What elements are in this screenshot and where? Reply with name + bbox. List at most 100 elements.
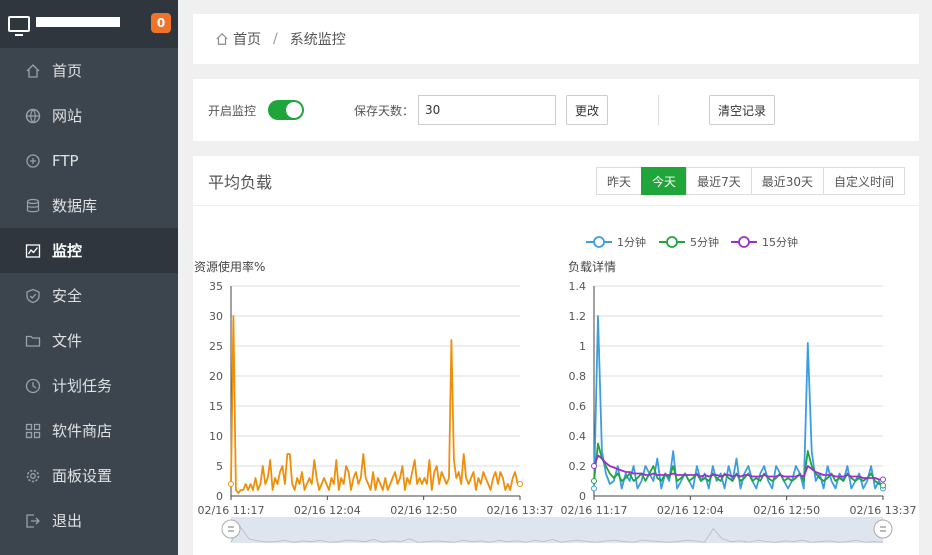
y-tick-label: 0.6 <box>569 400 587 413</box>
breadcrumb-home[interactable]: 首页 <box>233 29 261 49</box>
keep-days-label: 保存天数： <box>354 103 415 118</box>
y-tick-label: 5 <box>216 460 223 473</box>
divider <box>658 95 660 125</box>
server-header: 0 <box>0 0 178 48</box>
chart-title: 资源使用率% <box>194 259 265 274</box>
range-button-1[interactable]: 今天 <box>641 167 688 195</box>
range-selector: 昨天 今天 最近7天 最近30天 自定义时间 <box>596 167 905 195</box>
range-button-4[interactable]: 自定义时间 <box>822 167 905 195</box>
x-tick-label: 02/16 12:50 <box>390 504 457 517</box>
sidebar-item-2[interactable]: FTP <box>0 138 178 183</box>
keep-days-input[interactable] <box>418 95 557 125</box>
clear-records-button[interactable]: 清空记录 <box>709 95 776 125</box>
sidebar-item-label: 计划任务 <box>52 377 113 395</box>
zoom-handle-right[interactable] <box>873 519 893 539</box>
ftp-icon <box>25 153 41 169</box>
sidebar-item-label: 软件商店 <box>52 422 113 440</box>
clock-icon <box>25 378 41 394</box>
range-button-2[interactable]: 最近7天 <box>686 167 752 195</box>
monitor-controls: 开启监控 保存天数： 更改 清空记录 <box>193 79 919 141</box>
enable-monitor-label: 开启监控 <box>208 103 257 118</box>
home-icon <box>216 32 228 45</box>
sidebar-item-label: 首页 <box>52 62 83 80</box>
y-tick-label: 1 <box>579 340 586 353</box>
logout-icon <box>25 513 41 529</box>
series-end-point <box>880 482 886 489</box>
sidebar-item-label: 面板设置 <box>52 467 113 485</box>
server-name <box>36 16 124 32</box>
zoom-handle-knob <box>873 519 893 539</box>
y-tick-label: 0 <box>579 490 586 503</box>
x-tick-label: 02/16 12:04 <box>657 504 724 517</box>
sidebar-item-3[interactable]: 数据库 <box>0 183 178 228</box>
monitor-chart-icon <box>25 243 41 259</box>
y-tick-label: 30 <box>209 310 223 323</box>
sidebar-item-label: FTP <box>52 151 79 170</box>
zoom-track <box>231 517 883 543</box>
change-days-button[interactable]: 更改 <box>566 95 609 125</box>
zoom-slider[interactable] <box>221 517 893 543</box>
redacted-hostname <box>36 17 120 27</box>
panel-header: 平均负载 昨天 今天 最近7天 最近30天 自定义时间 <box>193 156 919 206</box>
series-line-0 <box>593 315 884 490</box>
sidebar-item-label: 文件 <box>52 332 83 350</box>
sidebar-item-label: 网站 <box>52 107 83 125</box>
sidebar-item-1[interactable]: 网站 <box>0 93 178 138</box>
sidebar-item-9[interactable]: 面板设置 <box>0 453 178 498</box>
sidebar-item-10[interactable]: 退出 <box>0 498 178 543</box>
chart-0: 资源使用率% 0 5 10 15 20 25 30 35 02/16 11:17 02/16 12:… <box>194 259 553 517</box>
chart-1: 负载详情 0 0.2 0.4 0.6 0.8 1 1.2 1.4 02/16 11:17 02/16… <box>561 235 917 517</box>
y-tick-label: 15 <box>209 400 223 413</box>
sidebar-item-7[interactable]: 计划任务 <box>0 363 178 408</box>
load-panel: 平均负载 昨天 今天 最近7天 最近30天 自定义时间 资源使用率% 0 5 10 15 20 25… <box>193 156 919 555</box>
x-tick-label: 02/16 13:37 <box>850 504 917 517</box>
sidebar-item-0[interactable]: 首页 <box>0 48 178 93</box>
sidebar-item-5[interactable]: 安全 <box>0 273 178 318</box>
range-button-0[interactable]: 昨天 <box>596 167 643 195</box>
sidebar-item-8[interactable]: 软件商店 <box>0 408 178 453</box>
series-end-point <box>517 481 523 487</box>
legend-item-1[interactable]: 5分钟 <box>659 235 719 249</box>
legend-item-2[interactable]: 15分钟 <box>731 235 798 249</box>
zoom-handle-left[interactable] <box>221 519 241 539</box>
notification-badge[interactable]: 0 <box>151 13 171 33</box>
home-icon <box>25 63 41 79</box>
panel-title: 平均负载 <box>208 172 273 192</box>
y-tick-label: 25 <box>209 340 223 353</box>
breadcrumb-current: 系统监控 <box>289 32 346 48</box>
series-start-point <box>591 478 597 484</box>
y-tick-label: 0.2 <box>569 460 587 473</box>
sidebar-item-6[interactable]: 文件 <box>0 318 178 363</box>
sidebar-nav: 首页网站 FTP 数据库监控安全文件计划任务软件商店面板设置退出 <box>0 48 178 543</box>
y-tick-label: 0.4 <box>569 430 587 443</box>
sidebar-item-4[interactable]: 监控 <box>0 228 178 273</box>
enable-monitor-toggle[interactable] <box>268 100 305 120</box>
globe-icon <box>25 108 41 124</box>
gear-icon <box>25 468 41 484</box>
legend-swatch-dot <box>593 236 605 248</box>
y-tick-label: 0 <box>216 490 223 503</box>
y-tick-label: 0.8 <box>569 370 587 383</box>
y-tick-label: 1.4 <box>569 280 587 293</box>
toggle-knob <box>286 102 303 118</box>
legend-swatch-dot <box>666 236 678 248</box>
y-tick-label: 10 <box>209 430 223 443</box>
range-button-3[interactable]: 最近30天 <box>750 167 824 195</box>
shield-icon <box>25 288 41 304</box>
grid-icon <box>25 423 41 439</box>
chart-title: 负载详情 <box>568 259 616 274</box>
x-tick-label: 02/16 11:17 <box>198 504 265 517</box>
x-tick-label: 02/16 11:17 <box>561 504 628 517</box>
breadcrumb: 首页 / 系统监控 <box>193 14 919 64</box>
series-start-point <box>591 485 597 492</box>
sidebar-item-label: 退出 <box>52 512 83 530</box>
sidebar: 0 首页网站 FTP 数据库监控安全文件计划任务软件商店面板设置退出 <box>0 0 178 555</box>
y-tick-label: 1.2 <box>569 310 587 323</box>
sidebar-item-label: 监控 <box>52 242 83 260</box>
x-tick-label: 02/16 13:37 <box>487 504 554 517</box>
series-end-point <box>880 476 886 483</box>
x-tick-label: 02/16 12:50 <box>753 504 820 517</box>
legend-item-0[interactable]: 1分钟 <box>586 235 646 249</box>
series-start-point <box>591 463 597 469</box>
legend-label: 1分钟 <box>617 235 646 249</box>
